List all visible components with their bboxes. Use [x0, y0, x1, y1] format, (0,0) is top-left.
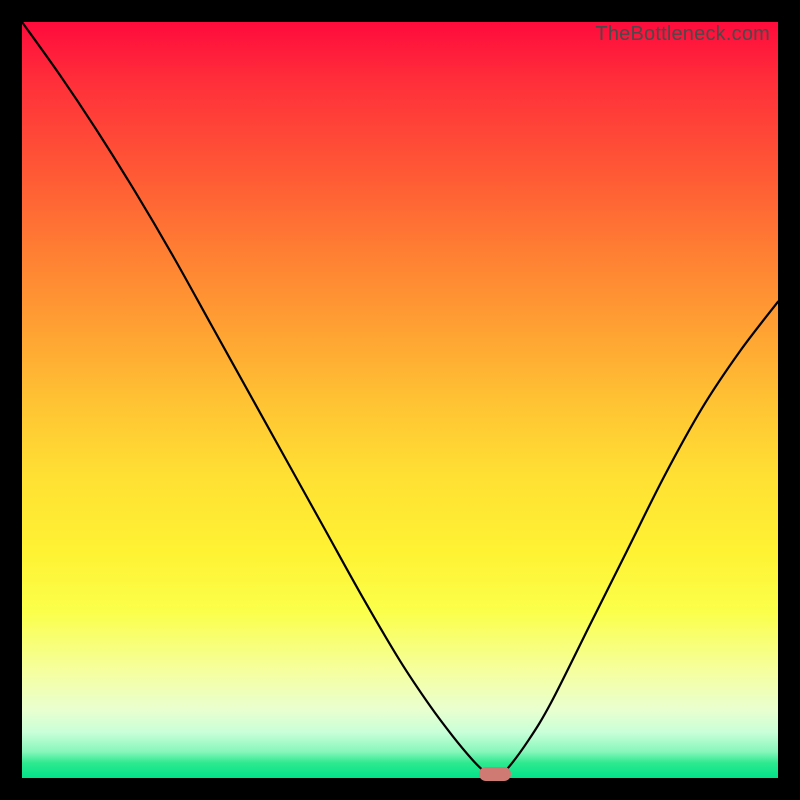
bottleneck-curve	[22, 22, 778, 778]
optimal-marker	[479, 767, 511, 781]
chart-frame: TheBottleneck.com	[0, 0, 800, 800]
plot-area: TheBottleneck.com	[22, 22, 778, 778]
